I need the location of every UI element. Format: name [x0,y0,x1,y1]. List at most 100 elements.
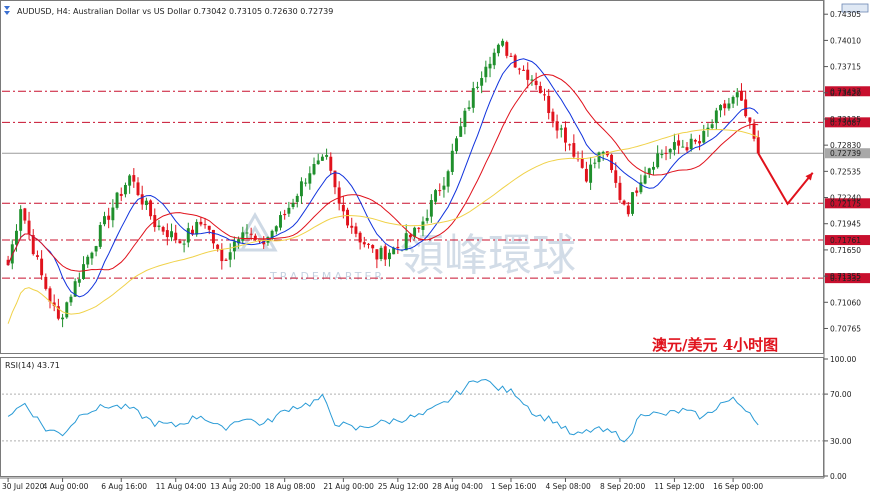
last-price-label: 0.72739 [830,149,861,158]
candle-body [195,221,199,235]
candle-body [685,147,689,151]
candle-body [735,92,739,98]
main-chart-frame [0,0,824,354]
candle-body [559,128,563,130]
candle-body [90,252,94,259]
candle-body [107,215,111,220]
candle-body [459,126,463,137]
candle-body [211,229,215,244]
candle-body [144,200,148,206]
price-tick-label: 0.72830 [830,141,861,150]
candle-body [325,155,329,157]
price-tick-label: 0.71945 [830,220,861,229]
time-tick-label: 6 Aug 16:00 [101,482,147,491]
candle-body [631,192,634,214]
price-tick-label: 0.73715 [830,63,861,72]
svg-text:TRADEMARTER: TRADEMARTER [269,270,385,283]
price-tick-label: 0.72240 [830,194,861,203]
candle-body [660,154,664,156]
price-tick-label: 0.71650 [830,246,861,255]
candle-body [547,95,551,114]
price-tick-label: 0.74305 [830,10,861,19]
time-tick-label: 28 Aug 04:00 [432,482,483,491]
candle-body [15,230,18,245]
candle-body [19,209,23,231]
candle-body [723,103,727,109]
candle-body [362,242,366,245]
candle-body [320,156,324,161]
candle-body [140,194,144,205]
candle-body [434,190,438,202]
candle-body [132,175,136,182]
candle-body [455,138,458,152]
candle-body [555,121,559,131]
candle-body [643,175,647,184]
trading-terminal: AUDUSD, H4: Australian Dollar vs US Doll… [0,0,870,496]
candle-body [517,68,521,70]
candle-body [291,202,295,208]
candle-body [44,276,48,289]
candle-body [505,42,509,56]
chart-annotation: 澳元/美元 4小时图 [652,336,778,354]
symbol-header: AUDUSD, H4: Australian Dollar vs US Doll… [17,7,333,16]
candle-body [693,139,697,142]
candle-body [103,216,106,225]
level-price-label: 0.71761 [830,236,861,245]
candle-body [467,107,471,110]
candle-body [501,40,505,46]
candle-body [584,168,588,182]
candle-body [94,246,98,252]
candle-body [27,220,31,234]
candle-body [119,193,123,196]
price-tick-label: 0.72535 [830,167,861,176]
candle-body [375,249,379,260]
candle-body [316,160,320,165]
candle-body [170,231,174,238]
candle-body [199,221,203,225]
candle-body [304,182,308,184]
candle-body [429,200,433,217]
candle-body [98,225,102,247]
candle-body [651,166,655,170]
candle-body [710,124,714,129]
candle-body [450,150,454,172]
candle-body [111,207,115,221]
candle-body [157,225,161,227]
candle-body [492,52,496,66]
candle-body [161,227,165,232]
candle-body [115,192,119,208]
candle-body [601,151,605,154]
candle-body [371,245,375,249]
candle-body [35,255,39,257]
candle-body [86,256,90,265]
candle-body [480,78,484,86]
candle-body [23,208,27,221]
candle-body [471,88,475,108]
rsi-tick-label: 100.00 [830,355,856,364]
candle-body [488,63,492,69]
candle-body [346,209,350,226]
candle-body [589,164,593,183]
candle-body [563,127,567,143]
candle-body [526,69,530,80]
time-tick-label: 21 Aug 00:00 [323,482,374,491]
candle-body [446,171,450,187]
candle-body [438,190,442,192]
candle-body [689,138,693,150]
candle-body [82,264,85,279]
candle-body [383,246,387,260]
candle-body [396,246,400,249]
candle-body [626,205,630,215]
candle-body [719,105,722,111]
candle-body [279,215,282,228]
candle-body [593,162,597,164]
candle-body [61,317,65,320]
candle-body [354,226,358,234]
candle-body [40,258,44,276]
price-tick-label: 0.74010 [830,36,861,45]
candle-body [123,185,127,195]
candle-body [417,227,421,229]
candle-body [178,241,182,244]
candle-body [677,140,681,146]
time-tick-label: 11 Sep 12:00 [654,482,704,491]
